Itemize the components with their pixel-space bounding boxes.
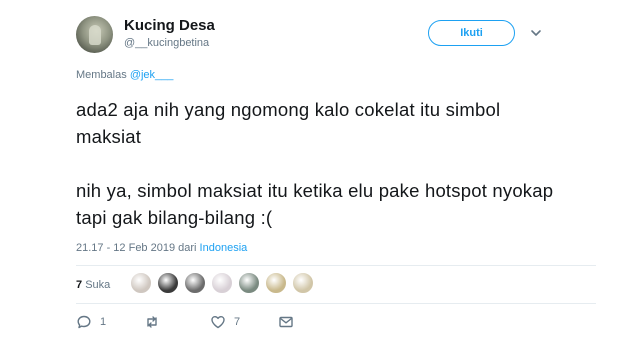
retweet-action[interactable] — [144, 314, 168, 330]
reply-context: Membalas @jek___ — [76, 69, 173, 81]
likes-summary[interactable]: 7 Suka — [76, 279, 110, 291]
follow-button[interactable]: Ikuti — [428, 20, 515, 46]
like-action[interactable]: 7 — [210, 314, 240, 330]
envelope-icon — [279, 316, 293, 328]
chevron-down-icon[interactable] — [530, 28, 542, 38]
tweet-location-link[interactable]: Indonesia — [200, 242, 248, 254]
tweet-text: ada2 aja nih yang ngomong kalo cokelat i… — [76, 99, 554, 228]
tweet-metadata: 21.17 - 12 Feb 2019 dari Indonesia — [76, 242, 247, 254]
user-display-name[interactable]: Kucing Desa — [124, 17, 215, 34]
liker-avatar[interactable] — [265, 272, 287, 294]
reply-icon — [77, 315, 91, 329]
user-avatar[interactable] — [76, 16, 113, 53]
tweet-actions: 1 7 — [76, 314, 316, 334]
retweet-icon — [147, 316, 157, 328]
reply-prefix: Membalas — [76, 69, 127, 81]
reply-count: 1 — [100, 316, 107, 328]
liker-avatar[interactable] — [238, 272, 260, 294]
heart-icon — [211, 316, 225, 329]
liker-avatar[interactable] — [184, 272, 206, 294]
user-handle[interactable]: @__kucingbetina — [124, 37, 209, 49]
reply-action[interactable]: 1 — [76, 314, 106, 330]
from-word: dari — [178, 242, 197, 254]
liker-avatar[interactable] — [211, 272, 233, 294]
direct-message-action[interactable] — [278, 314, 294, 330]
reply-mention-link[interactable]: @jek___ — [130, 69, 174, 81]
likes-count: 7 — [76, 279, 83, 291]
divider — [76, 265, 596, 266]
like-count: 7 — [234, 316, 241, 328]
liker-avatar[interactable] — [292, 272, 314, 294]
likers-avatar-row — [130, 272, 319, 294]
liker-avatar[interactable] — [130, 272, 152, 294]
divider — [76, 303, 596, 304]
liker-avatar[interactable] — [157, 272, 179, 294]
tweet-timestamp[interactable]: 21.17 - 12 Feb 2019 — [76, 242, 175, 254]
likes-label: Suka — [85, 279, 111, 291]
